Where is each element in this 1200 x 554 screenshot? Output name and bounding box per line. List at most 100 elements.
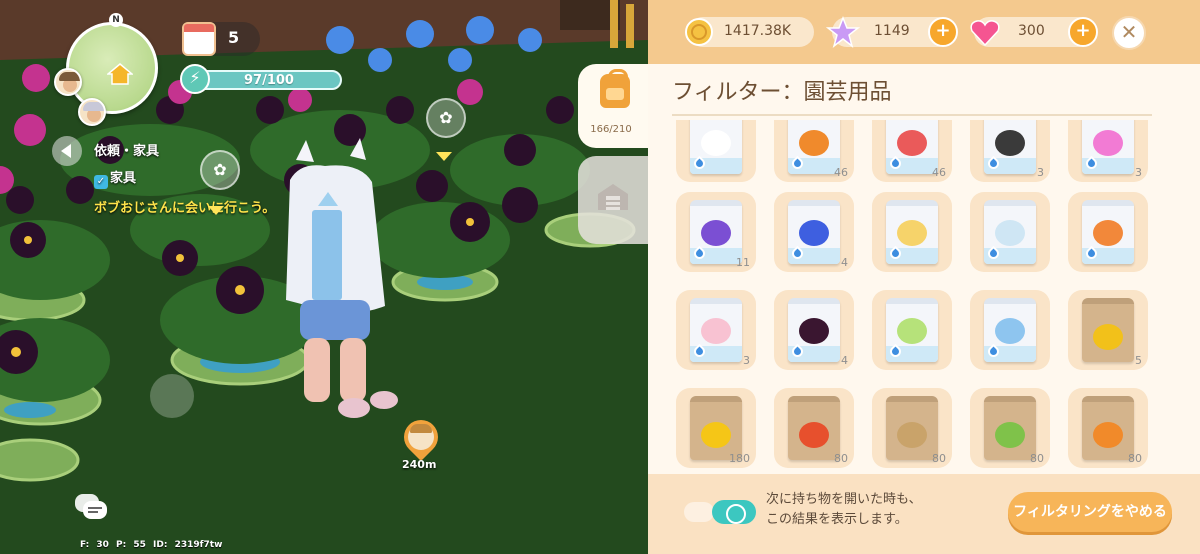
purple-rose-seed-pack-icon <box>690 200 742 264</box>
daily-quest-count: 5 <box>228 28 240 47</box>
item-grid[interactable]: 46 46 3 3 11 4 3 4 5 180 80 80 80 80 <box>676 120 1176 470</box>
coin-amount: 1417.38K <box>724 23 792 39</box>
cabbage-seed-pack-icon <box>984 396 1036 460</box>
npc-distance: 240m <box>402 458 437 471</box>
orange-lily-seed-pack-icon <box>1082 200 1134 264</box>
remember-filter-toggle[interactable] <box>712 500 756 524</box>
close-button[interactable]: ✕ <box>1112 16 1146 50</box>
starfruit-seed-pack-icon <box>1082 298 1134 362</box>
star-amount: 1149 <box>874 23 910 39</box>
black-rose-seed-pack-icon <box>984 120 1036 174</box>
item-quantity: 11 <box>736 256 750 269</box>
filter-hint: 次に持ち物を開いた時も、 この結果を表示します。 <box>766 490 922 530</box>
energy-value: 97/100 <box>244 73 294 88</box>
target-arrow-icon <box>436 152 452 161</box>
tab-storage[interactable] <box>578 156 648 244</box>
currency-bar: 1417.38K 1149 + 300 + ✕ <box>648 0 1200 64</box>
target-arrow-icon-2 <box>208 206 224 215</box>
item-quantity: 3 <box>1037 166 1044 179</box>
item-quantity: 4 <box>841 354 848 367</box>
red-rose-seed-pack-icon <box>886 120 938 174</box>
item-slot[interactable] <box>970 290 1050 370</box>
item-quantity: 80 <box>1128 452 1142 465</box>
item-slot[interactable]: 3 <box>1068 120 1148 182</box>
item-slot[interactable]: 80 <box>774 388 854 468</box>
harvest-flower-icon[interactable]: ✿ <box>426 98 466 138</box>
player-avatar-icon[interactable] <box>54 68 82 96</box>
item-slot[interactable]: 80 <box>1068 388 1148 468</box>
white-rose-seed-pack-icon <box>690 120 742 174</box>
corn-seed-pack-icon <box>690 396 742 460</box>
star-icon <box>826 15 860 48</box>
item-slot[interactable]: 46 <box>774 120 854 182</box>
add-stars-button[interactable]: + <box>928 17 958 47</box>
quest-objective: ✓ 家具 <box>94 167 275 189</box>
item-slot[interactable]: 11 <box>676 192 756 272</box>
item-slot[interactable]: 4 <box>774 290 854 370</box>
item-quantity: 4 <box>841 256 848 269</box>
storage-house-icon <box>598 184 628 210</box>
inventory-panel: 1417.38K 1149 + 300 + ✕ フィルター：園芸用品 46 46 3… <box>648 0 1200 554</box>
backpack-icon <box>600 69 630 108</box>
filter-hint-line2: この結果を表示します。 <box>766 512 908 527</box>
star-counter: 1149 + <box>826 15 958 48</box>
quest-objective-label: 家具 <box>110 171 137 186</box>
filter-footer: 次に持ち物を開いた時も、 この結果を表示します。 フィルタリングをやめる <box>648 474 1200 554</box>
pale-blue-rose-seed-pack-icon <box>984 200 1036 264</box>
yellow-rose-seed-pack-icon <box>886 200 938 264</box>
pink-flower-seed-pack-icon <box>690 298 742 362</box>
green-flower-seed-pack-icon <box>886 298 938 362</box>
pink-rose-seed-pack-icon <box>1082 120 1134 174</box>
minimap-north-label: N <box>109 13 123 27</box>
stop-filtering-button[interactable]: フィルタリングをやめる <box>1008 492 1172 532</box>
item-quantity: 80 <box>932 452 946 465</box>
item-quantity: 3 <box>743 354 750 367</box>
coin-counter: 1417.38K <box>685 17 814 47</box>
filter-hint-line1: 次に持ち物を開いた時も、 <box>766 492 922 507</box>
item-slot[interactable]: 3 <box>970 120 1050 182</box>
debug-info: F: 30 P: 55 ID: 2319f7tw <box>80 540 223 550</box>
dark-lily-seed-pack-icon <box>788 298 840 362</box>
item-slot[interactable] <box>1068 192 1148 272</box>
item-slot[interactable]: 4 <box>774 192 854 272</box>
tab-bag[interactable]: 166/210 <box>578 64 648 148</box>
movement-joystick[interactable] <box>150 374 194 418</box>
item-slot[interactable]: 80 <box>970 388 1050 468</box>
gem-amount: 300 <box>1018 23 1045 39</box>
quest-title: 依頼・家具 <box>94 144 160 159</box>
item-quantity: 5 <box>1135 354 1142 367</box>
item-slot[interactable] <box>872 290 952 370</box>
orange-rose-seed-pack-icon <box>788 120 840 174</box>
item-quantity: 3 <box>1135 166 1142 179</box>
daily-quest-chip[interactable]: 5 <box>182 22 260 56</box>
item-slot[interactable]: 3 <box>676 290 756 370</box>
calendar-icon <box>182 22 216 56</box>
item-slot[interactable]: 80 <box>872 388 952 468</box>
item-slot[interactable]: 46 <box>872 120 952 182</box>
npc-face-icon <box>408 424 434 450</box>
item-quantity: 46 <box>834 166 848 179</box>
chat-icon[interactable] <box>74 492 108 522</box>
item-slot[interactable]: 5 <box>1068 290 1148 370</box>
item-slot[interactable] <box>872 192 952 272</box>
tomato-seed-pack-icon <box>788 396 840 460</box>
minimap[interactable]: N <box>66 13 158 114</box>
harvest-flower-icon-2[interactable]: ✿ <box>200 150 240 190</box>
game-scene[interactable]: N 5 97/100 ⚡ 依頼・家具 ✓ 家具 ボブおじさんに会いに行こう。 ✿ … <box>0 0 648 554</box>
item-slot[interactable] <box>970 192 1050 272</box>
blue-flower-seed-pack-icon <box>984 298 1036 362</box>
item-slot[interactable]: 180 <box>676 388 756 468</box>
checkmark-icon: ✓ <box>94 175 108 189</box>
quest-description: ボブおじさんに会いに行こう。 <box>94 201 276 216</box>
quest-tracker[interactable]: 依頼・家具 ✓ 家具 ボブおじさんに会いに行こう。 <box>94 140 275 224</box>
add-gems-button[interactable]: + <box>1068 17 1098 47</box>
villager-avatar-icon[interactable] <box>78 98 106 126</box>
item-slot[interactable] <box>676 120 756 182</box>
gem-counter: 300 + <box>970 17 1098 47</box>
coin-icon <box>685 18 713 46</box>
title-divider <box>672 114 1152 116</box>
lightning-icon: ⚡ <box>180 64 210 94</box>
collapse-quest-button[interactable] <box>52 136 82 166</box>
home-marker-icon <box>107 63 133 85</box>
energy-bar: 97/100 <box>196 70 342 90</box>
